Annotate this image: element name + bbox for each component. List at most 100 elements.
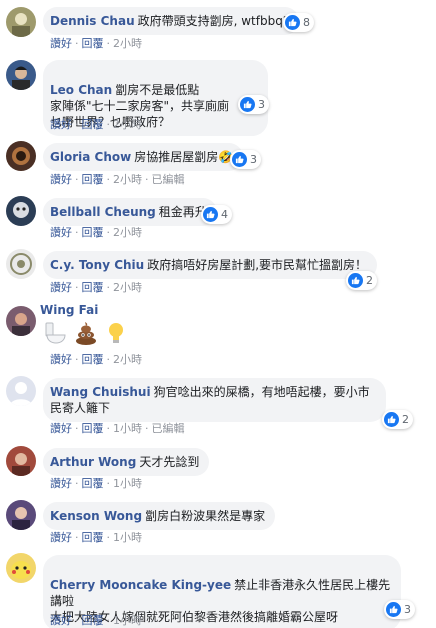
- comment-author[interactable]: Dennis Chau: [50, 14, 135, 28]
- reply-link[interactable]: 回覆: [82, 353, 104, 366]
- like-link[interactable]: 讚好: [50, 37, 72, 50]
- comment-author[interactable]: Kenson Wong: [50, 509, 142, 523]
- edited-label[interactable]: 已編輯: [152, 422, 185, 435]
- emoji-row: [43, 320, 129, 346]
- comment-author[interactable]: Wing Fai: [40, 303, 98, 317]
- reply-link[interactable]: 回覆: [82, 118, 104, 131]
- comment-bubble: Kenson Wong 劏房白粉波果然是專家: [43, 502, 276, 530]
- reply-link[interactable]: 回覆: [82, 173, 104, 186]
- light-bulb-icon: [109, 323, 123, 343]
- comment-author[interactable]: Bellball Cheung: [50, 205, 156, 219]
- reply-link[interactable]: 回覆: [82, 614, 104, 627]
- comment-actions: 讚好 · 回覆 · 1小時 · 已編輯: [50, 422, 185, 435]
- comment-text: 政府帶頭支持劏房, wtfbbq?: [137, 14, 290, 28]
- like-icon: [240, 97, 255, 112]
- avatar[interactable]: [6, 306, 36, 336]
- avatar[interactable]: [6, 446, 36, 476]
- comment-bubble: Wang Chuishui 狗官唸出來的屎橋，有地唔起樓，要小市民寄人籬下: [43, 378, 386, 422]
- reply-link[interactable]: 回覆: [82, 37, 104, 50]
- timestamp[interactable]: 1小時: [113, 614, 142, 627]
- comment-text: 房協推居屋劏房🤣: [134, 150, 234, 164]
- reaction-number: 2: [366, 274, 373, 287]
- comment-actions: 讚好 · 回覆 · 2小時: [50, 281, 142, 294]
- avatar[interactable]: [6, 500, 36, 530]
- avatar[interactable]: [6, 553, 36, 583]
- like-link[interactable]: 讚好: [50, 173, 72, 186]
- reply-link[interactable]: 回覆: [82, 477, 104, 490]
- comment-bubble: Arthur Wong 天才先諗到: [43, 448, 210, 476]
- timestamp[interactable]: 2小時: [113, 226, 142, 239]
- comment-text: 政府搞唔好房屋計劃,要市民幫忙搵劏房！: [147, 258, 368, 272]
- comment-bubble: C.y. Tony Chiu 政府搞唔好房屋計劃,要市民幫忙搵劏房！: [43, 251, 378, 279]
- reply-link[interactable]: 回覆: [82, 281, 104, 294]
- like-link[interactable]: 讚好: [50, 531, 72, 544]
- reaction-count[interactable]: 3: [384, 600, 415, 619]
- comment-author[interactable]: C.y. Tony Chiu: [50, 258, 144, 272]
- comment-actions: 讚好 · 回覆 · 2小時: [50, 353, 142, 366]
- comment-bubble: Wing Fai: [40, 302, 101, 318]
- timestamp[interactable]: 2小時: [113, 37, 142, 50]
- timestamp[interactable]: 1小時: [113, 477, 142, 490]
- avatar[interactable]: [6, 60, 36, 90]
- reaction-number: 4: [221, 208, 228, 221]
- reaction-number: 3: [258, 98, 265, 111]
- timestamp[interactable]: 2小時: [113, 118, 142, 131]
- poop-icon: [76, 322, 96, 345]
- comment-actions: 讚好 · 回覆 · 1小時: [50, 531, 142, 544]
- comment-actions: 讚好 · 回覆 · 2小時: [50, 118, 142, 131]
- reaction-number: 3: [404, 603, 411, 616]
- comment-author[interactable]: Leo Chan: [50, 83, 112, 97]
- reaction-count[interactable]: 3: [230, 150, 261, 169]
- like-icon: [386, 602, 401, 617]
- comment-actions: 讚好 · 回覆 · 2小時: [50, 37, 142, 50]
- avatar[interactable]: [6, 249, 36, 279]
- comment-author[interactable]: Wang Chuishui: [50, 385, 151, 399]
- edited-label[interactable]: 已編輯: [152, 173, 185, 186]
- like-link[interactable]: 讚好: [50, 422, 72, 435]
- reaction-count[interactable]: 3: [238, 95, 269, 114]
- comment-bubble: Bellball Cheung 租金再升: [43, 198, 217, 226]
- like-icon: [232, 152, 247, 167]
- comment-bubble: Gloria Chow 房協推居屋劏房🤣: [43, 143, 244, 171]
- comment-text: 劏房白粉波果然是專家: [145, 509, 266, 523]
- avatar[interactable]: [6, 141, 36, 171]
- reply-link[interactable]: 回覆: [82, 226, 104, 239]
- like-icon: [285, 15, 300, 30]
- timestamp[interactable]: 1小時: [113, 531, 142, 544]
- reaction-count[interactable]: 2: [346, 271, 377, 290]
- timestamp[interactable]: 2小時: [113, 173, 142, 186]
- reaction-count[interactable]: 4: [201, 205, 232, 224]
- reaction-count[interactable]: 8: [283, 13, 314, 32]
- timestamp[interactable]: 2小時: [113, 281, 142, 294]
- toilet-icon: [45, 322, 66, 344]
- like-link[interactable]: 讚好: [50, 353, 72, 366]
- reaction-number: 8: [303, 16, 310, 29]
- comment-actions: 讚好 · 回覆 · 2小時: [50, 226, 142, 239]
- comment-author[interactable]: Cherry Mooncake King-yee: [50, 578, 231, 592]
- like-icon: [348, 273, 363, 288]
- reply-link[interactable]: 回覆: [82, 531, 104, 544]
- like-icon: [384, 412, 399, 427]
- like-icon: [203, 207, 218, 222]
- comment-author[interactable]: Arthur Wong: [50, 455, 136, 469]
- avatar[interactable]: [6, 376, 36, 406]
- reaction-number: 2: [402, 413, 409, 426]
- like-link[interactable]: 讚好: [50, 118, 72, 131]
- comment-text: 天才先諗到: [139, 455, 200, 469]
- comment-bubble: Dennis Chau 政府帶頭支持劏房, wtfbbq?: [43, 7, 300, 35]
- avatar[interactable]: [6, 196, 36, 226]
- comment-author[interactable]: Gloria Chow: [50, 150, 131, 164]
- comment-actions: 讚好 · 回覆 · 1小時: [50, 614, 142, 627]
- reply-link[interactable]: 回覆: [82, 422, 104, 435]
- like-link[interactable]: 讚好: [50, 226, 72, 239]
- timestamp[interactable]: 2小時: [113, 353, 142, 366]
- comment-text: 租金再升: [158, 205, 207, 219]
- comment-actions: 讚好 · 回覆 · 1小時: [50, 477, 142, 490]
- like-link[interactable]: 讚好: [50, 477, 72, 490]
- timestamp[interactable]: 1小時: [113, 422, 142, 435]
- reaction-count[interactable]: 2: [382, 410, 413, 429]
- avatar[interactable]: [6, 7, 36, 37]
- comment-actions: 讚好 · 回覆 · 2小時 · 已編輯: [50, 173, 185, 186]
- like-link[interactable]: 讚好: [50, 281, 72, 294]
- like-link[interactable]: 讚好: [50, 614, 72, 627]
